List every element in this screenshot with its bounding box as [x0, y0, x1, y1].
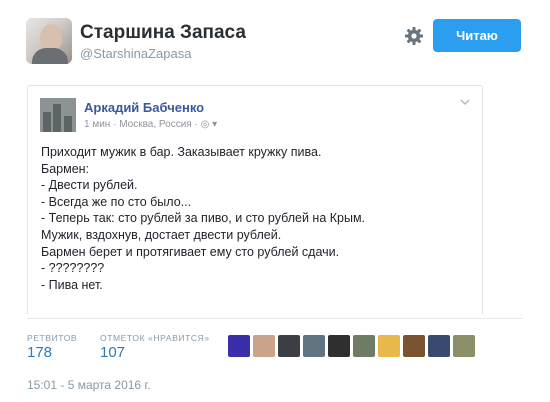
post-line: - Пива нет. — [41, 277, 103, 292]
screen-name[interactable]: @StarshinaZapasa — [80, 46, 191, 61]
liker-avatar[interactable] — [453, 335, 475, 357]
follow-button[interactable]: Читаю — [433, 19, 521, 52]
embedded-post-card[interactable]: Аркадий Бабченко 1 мин · Москва, Россия … — [27, 85, 483, 314]
avatar-building — [53, 104, 61, 132]
tweet-timestamp[interactable]: 15:01 - 5 марта 2016 г. — [27, 378, 151, 392]
post-line: - Всегда же по сто было... — [41, 194, 192, 209]
post-line: Бармен: — [41, 161, 90, 176]
user-avatar[interactable] — [26, 18, 72, 64]
post-line: - ???????? — [41, 261, 105, 276]
liker-avatar[interactable] — [253, 335, 275, 357]
avatar-building — [64, 116, 72, 132]
retweets-label: РЕТВИТОВ — [27, 333, 78, 343]
avatar-building — [43, 112, 51, 132]
liker-avatar[interactable] — [228, 335, 250, 357]
likes-label: ОТМЕТОК «НРАВИТСЯ» — [100, 333, 210, 343]
likers-avatar-row — [228, 335, 475, 359]
post-author-name[interactable]: Аркадий Бабченко — [84, 100, 204, 115]
post-author-avatar[interactable] — [40, 98, 76, 132]
liker-avatar[interactable] — [303, 335, 325, 357]
likes-count[interactable]: 107 — [100, 344, 125, 361]
stats-divider — [27, 318, 523, 319]
gear-icon[interactable] — [404, 26, 424, 46]
post-body: Приходит мужик в бар. Заказывает кружку … — [41, 144, 471, 293]
tweet-header: Старшина Запаса @StarshinaZapasa Читаю — [0, 0, 550, 80]
liker-avatar[interactable] — [353, 335, 375, 357]
retweets-count[interactable]: 178 — [27, 344, 52, 361]
avatar-body — [32, 48, 68, 64]
display-name[interactable]: Старшина Запаса — [80, 22, 246, 44]
post-line: Мужик, вздохнув, достает двести рублей. — [41, 227, 282, 242]
liker-avatar[interactable] — [378, 335, 400, 357]
liker-avatar[interactable] — [403, 335, 425, 357]
chevron-down-icon[interactable] — [460, 98, 470, 106]
liker-avatar[interactable] — [328, 335, 350, 357]
post-line: Бармен берет и протягивает ему сто рубле… — [41, 244, 340, 259]
post-line: - Теперь так: сто рублей за пиво, и сто … — [41, 211, 366, 226]
post-line: - Двести рублей. — [41, 178, 138, 193]
post-meta: 1 мин · Москва, Россия · ◎ ▾ — [84, 119, 218, 130]
post-line: Приходит мужик в бар. Заказывает кружку … — [41, 145, 322, 159]
liker-avatar[interactable] — [428, 335, 450, 357]
liker-avatar[interactable] — [278, 335, 300, 357]
